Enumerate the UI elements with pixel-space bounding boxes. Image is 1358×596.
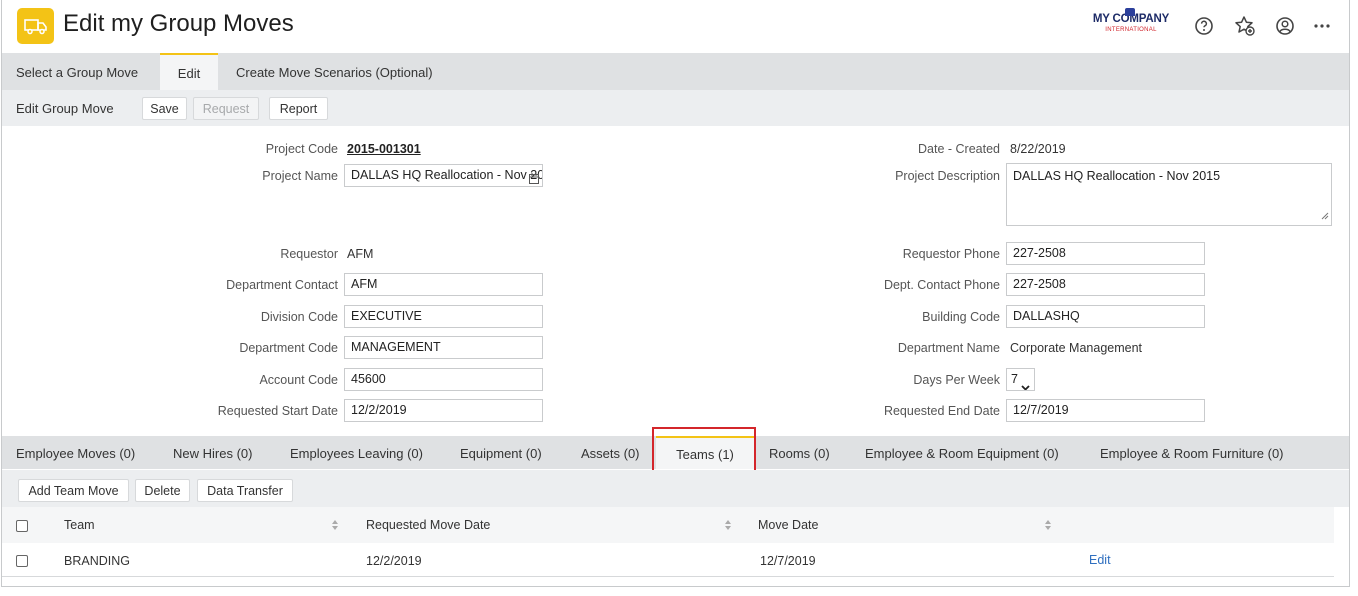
project-name-value: DALLAS HQ Reallocation - Nov 2015: [351, 168, 543, 182]
data-transfer-button[interactable]: Data Transfer: [197, 479, 293, 502]
date-created-value: 8/22/2019: [1010, 142, 1066, 156]
teams-action-bar: Add Team Move Delete Data Transfer: [2, 470, 1349, 507]
row-checkbox[interactable]: [16, 555, 28, 567]
user-account-icon[interactable]: [1274, 15, 1296, 37]
project-code-label: Project Code: [265, 142, 338, 156]
team-cell: BRANDING: [64, 554, 130, 568]
calendar-picker-icon[interactable]: [529, 170, 539, 186]
sort-icon[interactable]: [1044, 519, 1052, 531]
days-per-week-select[interactable]: 7: [1006, 368, 1035, 391]
requested-move-date-cell: 12/2/2019: [366, 554, 422, 568]
department-name-label: Department Name: [897, 341, 1000, 355]
project-description-value: DALLAS HQ Reallocation - Nov 2015: [1013, 169, 1221, 183]
company-logo: MY COMPANY INTERNATIONAL: [1090, 8, 1172, 33]
project-code-link[interactable]: 2015-001301: [347, 142, 421, 156]
requested-end-date-input[interactable]: 12/7/2019: [1006, 399, 1205, 422]
sort-icon[interactable]: [331, 519, 339, 531]
days-per-week-label: Days Per Week: [913, 373, 1000, 387]
tab-edit[interactable]: Edit: [160, 53, 218, 90]
requested-start-date-input[interactable]: 12/2/2019: [344, 399, 543, 422]
building-code-input[interactable]: DALLASHQ: [1006, 305, 1205, 328]
building-code-label: Building Code: [922, 310, 1000, 324]
save-button[interactable]: Save: [142, 97, 187, 120]
project-name-input[interactable]: DALLAS HQ Reallocation - Nov 2015: [344, 164, 543, 187]
division-code-input[interactable]: EXECUTIVE: [344, 305, 543, 328]
tab-employee-room-equipment[interactable]: Employee & Room Equipment (0): [865, 436, 1059, 469]
requestor-phone-input[interactable]: 227-2508: [1006, 242, 1205, 265]
tab-employee-moves[interactable]: Employee Moves (0): [16, 436, 135, 469]
department-code-label: Department Code: [239, 341, 338, 355]
account-code-input[interactable]: 45600: [344, 368, 543, 391]
tab-employee-room-furniture[interactable]: Employee & Room Furniture (0): [1100, 436, 1284, 469]
page-header: Edit my Group Moves MY COMPANY INTERNATI…: [2, 0, 1349, 52]
logo-subtext: INTERNATIONAL: [1105, 26, 1157, 33]
edit-row-link[interactable]: Edit: [1089, 553, 1111, 567]
sort-icon[interactable]: [724, 519, 732, 531]
tab-employees-leaving[interactable]: Employees Leaving (0): [290, 436, 423, 469]
tab-select-group-move[interactable]: Select a Group Move: [16, 53, 138, 90]
moving-truck-icon: [17, 8, 54, 44]
favorite-add-icon[interactable]: [1234, 15, 1256, 37]
tab-assets[interactable]: Assets (0): [581, 436, 640, 469]
date-created-label: Date - Created: [918, 142, 1000, 156]
top-tab-bar: Select a Group Move Edit Create Move Sce…: [2, 53, 1349, 90]
project-name-label: Project Name: [262, 169, 338, 183]
project-description-label: Project Description: [895, 169, 1000, 183]
tab-rooms[interactable]: Rooms (0): [769, 436, 830, 469]
teams-table-header: Team Requested Move Date Move Date: [2, 507, 1334, 543]
chevron-down-icon: [1021, 377, 1030, 390]
logo-mark: [1125, 8, 1135, 16]
department-contact-label: Department Contact: [226, 278, 338, 292]
section-title: Edit Group Move: [16, 101, 114, 116]
account-code-label: Account Code: [259, 373, 338, 387]
more-options-icon[interactable]: [1311, 15, 1333, 37]
tab-equipment[interactable]: Equipment (0): [460, 436, 542, 469]
column-header-requested-move-date[interactable]: Requested Move Date: [366, 518, 490, 532]
days-per-week-value: 7: [1011, 372, 1018, 386]
column-header-team[interactable]: Team: [64, 518, 95, 532]
column-header-move-date[interactable]: Move Date: [758, 518, 818, 532]
select-all-checkbox[interactable]: [16, 520, 28, 532]
dept-contact-phone-label: Dept. Contact Phone: [883, 278, 1000, 292]
move-date-cell: 12/7/2019: [760, 554, 816, 568]
division-code-label: Division Code: [260, 310, 338, 324]
app-frame: Edit my Group Moves MY COMPANY INTERNATI…: [1, 0, 1350, 587]
tab-create-move-scenarios[interactable]: Create Move Scenarios (Optional): [236, 53, 433, 90]
edit-action-bar: Edit Group Move Save Request Report: [2, 90, 1349, 126]
dept-contact-phone-input[interactable]: 227-2508: [1006, 273, 1205, 296]
requestor-value: AFM: [347, 247, 374, 261]
report-button[interactable]: Report: [269, 97, 328, 120]
table-row: BRANDING 12/2/2019 12/7/2019 Edit: [2, 543, 1334, 577]
add-team-move-button[interactable]: Add Team Move: [18, 479, 129, 502]
requested-start-date-label: Requested Start Date: [217, 404, 338, 418]
department-name-value: Corporate Management: [1010, 341, 1143, 355]
department-code-input[interactable]: MANAGEMENT: [344, 336, 543, 359]
requestor-phone-label: Requestor Phone: [902, 247, 1000, 261]
tab-new-hires[interactable]: New Hires (0): [173, 436, 252, 469]
request-button[interactable]: Request: [193, 97, 259, 120]
department-contact-input[interactable]: AFM: [344, 273, 543, 296]
project-description-textarea[interactable]: DALLAS HQ Reallocation - Nov 2015: [1006, 163, 1332, 226]
requestor-label: Requestor: [280, 247, 338, 261]
delete-button[interactable]: Delete: [135, 479, 190, 502]
resize-handle-icon[interactable]: [1321, 209, 1329, 223]
help-icon[interactable]: [1193, 15, 1215, 37]
page-title: Edit my Group Moves: [63, 10, 294, 37]
teams-tab-highlight: [652, 427, 756, 473]
requested-end-date-label: Requested End Date: [883, 404, 1000, 418]
